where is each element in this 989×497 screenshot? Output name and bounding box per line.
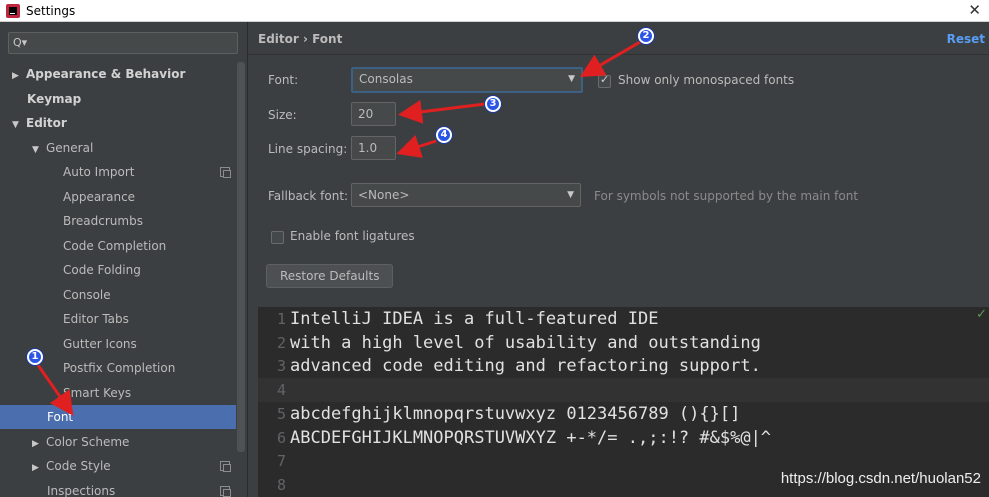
sidebar-item[interactable]: Font [0, 405, 236, 429]
fallback-font-combobox[interactable]: <None> ▼ [351, 183, 581, 207]
restore-defaults-button[interactable]: Restore Defaults [266, 264, 394, 288]
title-bar: Settings ✕ [0, 0, 989, 22]
sidebar-item-label: Font [47, 410, 74, 424]
sidebar-item-label: Code Style [46, 459, 111, 473]
breadcrumb: Editor › Font [258, 32, 343, 46]
sidebar-item-label: Editor Tabs [63, 312, 129, 326]
sidebar-item-label: Editor [26, 116, 67, 130]
sidebar-item[interactable]: Inspections [0, 479, 236, 497]
sidebar-item-label: General [46, 140, 94, 155]
size-label: Size: [268, 108, 297, 122]
settings-sidebar: Q▾ ▶ Appearance & Behavior Keymap ▼ Editor ▼ G… [0, 22, 248, 497]
sidebar-item-label: Inspections [47, 483, 116, 497]
sidebar-item[interactable]: Console [0, 283, 236, 307]
sidebar-item[interactable]: Code Completion [0, 234, 236, 258]
sidebar-item[interactable]: Appearance [0, 185, 236, 209]
annotation-marker-3: 3 [485, 96, 501, 112]
ligatures-label: Enable font ligatures [290, 229, 415, 243]
line-number: 4 [276, 381, 286, 400]
sidebar-item[interactable]: Auto Import [0, 160, 236, 184]
sidebar-item[interactable]: ▼ Editor [0, 111, 236, 135]
sidebar-item-label: Code Completion [63, 238, 167, 253]
close-icon[interactable]: ✕ [968, 1, 981, 19]
sidebar-item-label: Smart Keys [63, 385, 132, 400]
sidebar-item-label: Gutter Icons [63, 336, 137, 351]
sidebar-item[interactable]: ▶ Color Scheme [0, 430, 236, 454]
chevron-down-icon: ▼ [567, 190, 574, 200]
sidebar-item-label: Color Scheme [46, 434, 130, 449]
sidebar-item-label: Auto Import [63, 165, 135, 179]
fallback-font-hint: For symbols not supported by the main fo… [594, 189, 859, 203]
line-number: 8 [276, 475, 286, 494]
preview-text: abcdefghijklmnopqrstuvwxyz 0123456789 ()… [290, 403, 741, 424]
preview-text: advanced code editing and refactoring su… [290, 356, 761, 377]
collapsed-arrow-icon[interactable]: ▶ [12, 64, 26, 88]
preview-line: 3 advanced code editing and refactoring s… [258, 354, 989, 378]
project-scope-icon [220, 461, 231, 472]
preview-line: 4 [258, 378, 989, 403]
line-spacing-label: Line spacing: [268, 142, 348, 156]
sidebar-item-label: Appearance & Behavior [26, 67, 186, 81]
collapsed-arrow-icon[interactable]: ▶ [32, 456, 46, 480]
reset-link[interactable]: Reset [947, 32, 985, 46]
preview-text: ABCDEFGHIJKLMNOPQRSTUVWXYZ +-*/= .,;:!? … [290, 427, 772, 448]
sidebar-item-label: Breadcrumbs [63, 214, 143, 228]
search-input[interactable]: Q▾ [8, 32, 238, 54]
sidebar-item-label: Appearance [63, 189, 136, 204]
ligatures-checkbox[interactable] [271, 231, 284, 244]
expanded-arrow-icon[interactable]: ▼ [32, 138, 46, 162]
line-number: 5 [276, 404, 286, 423]
inspection-ok-icon: ✓ [976, 307, 987, 322]
project-scope-icon [220, 167, 231, 178]
expanded-arrow-icon[interactable]: ▼ [12, 113, 26, 137]
project-scope-icon [220, 485, 231, 497]
line-number: 6 [276, 428, 286, 447]
fallback-font-value: <None> [358, 188, 410, 202]
font-settings-panel: Editor › Font Reset Font: Consolas ▼ ✓ S… [248, 22, 989, 497]
sidebar-item-label: Console [63, 287, 111, 302]
sidebar-item-label: Code Folding [63, 263, 141, 277]
sidebar-item[interactable]: Code Folding [0, 258, 236, 282]
fallback-font-label: Fallback font: [268, 189, 349, 203]
line-spacing-field[interactable]: 1.0 [351, 136, 396, 160]
annotation-marker-4: 4 [436, 127, 452, 143]
preview-text: with a high level of usability and outst… [290, 332, 761, 353]
monospace-label: Show only monospaced fonts [618, 73, 795, 87]
header-divider [248, 54, 989, 55]
chevron-down-icon: ▼ [568, 74, 575, 84]
sidebar-item[interactable]: Keymap [0, 87, 236, 111]
sidebar-item[interactable]: Breadcrumbs [0, 209, 236, 233]
sidebar-item[interactable]: ▼ General [0, 136, 236, 160]
collapsed-arrow-icon[interactable]: ▶ [32, 432, 46, 456]
checkmark-icon: ✓ [600, 73, 610, 86]
sidebar-item[interactable]: ▶ Code Style [0, 454, 236, 478]
sidebar-item[interactable]: ▶ Appearance & Behavior [0, 62, 236, 86]
line-number: 1 [276, 310, 286, 328]
preview-line: 5 abcdefghijklmnopqrstuvwxyz 0123456789 (… [258, 402, 989, 426]
font-preview-editor[interactable]: 1 IntelliJ IDEA is a full-featured IDE 2 wi… [258, 307, 989, 497]
watermark: https://blog.csdn.net/huolan52 [780, 470, 981, 487]
line-number: 7 [276, 452, 286, 471]
font-label: Font: [268, 73, 299, 87]
preview-text: IntelliJ IDEA is a full-featured IDE [290, 309, 659, 329]
monospace-checkbox[interactable]: ✓ [598, 73, 611, 88]
window-title: Settings [26, 3, 76, 18]
sidebar-item[interactable]: Editor Tabs [0, 307, 236, 331]
font-combobox-value: Consolas [359, 72, 413, 86]
sidebar-item-label: Keymap [27, 91, 82, 106]
sidebar-item-label: Postfix Completion [63, 361, 176, 375]
preview-line: 1 IntelliJ IDEA is a full-featured IDE [258, 307, 989, 331]
preview-line: 6 ABCDEFGHIJKLMNOPQRSTUVWXYZ +-*/= .,;:!?… [258, 426, 989, 450]
line-number: 2 [276, 333, 286, 352]
search-icon: Q▾ [13, 36, 28, 49]
font-combobox[interactable]: Consolas ▼ [351, 67, 583, 93]
annotation-marker-2: 2 [638, 28, 654, 44]
preview-line: 2 with a high level of usability and outs… [258, 331, 989, 355]
annotation-marker-1: 1 [27, 349, 43, 365]
sidebar-scrollbar[interactable] [237, 62, 245, 452]
sidebar-item[interactable]: Smart Keys [0, 381, 236, 405]
line-number: 3 [276, 357, 286, 376]
intellij-logo-icon [6, 3, 20, 18]
size-field[interactable]: 20 [351, 102, 396, 126]
